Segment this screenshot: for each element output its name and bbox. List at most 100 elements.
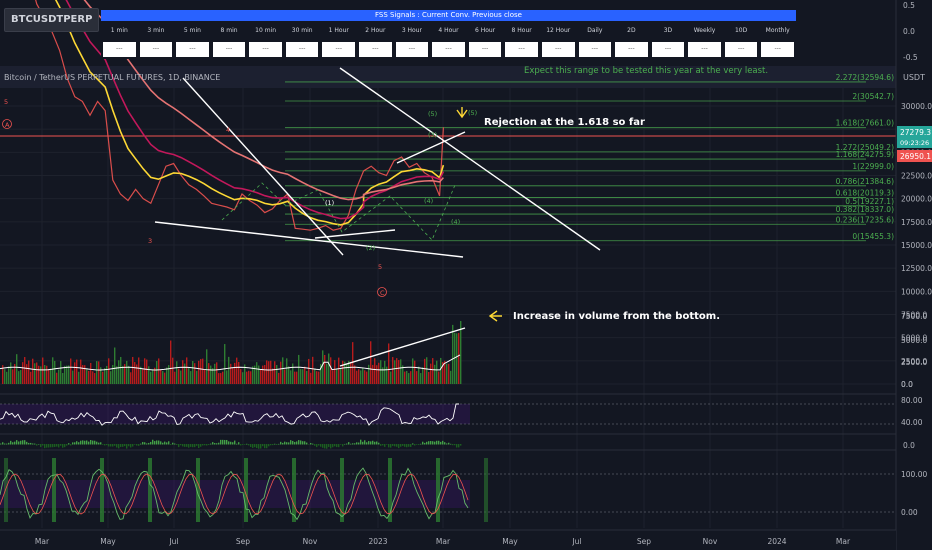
last-price-countdown: 09:23:26	[900, 139, 929, 147]
oscillator-bar	[328, 444, 330, 447]
wave-label: (1)	[325, 199, 334, 207]
timeframe-label: Weekly	[693, 27, 716, 34]
volume-bar	[460, 320, 462, 384]
volume-bar	[36, 362, 38, 384]
timeframe-value: ---	[176, 42, 209, 57]
oscillator-bar	[0, 443, 2, 445]
oscillator-bar	[422, 441, 424, 445]
signals-table: FSS Signals : Current Conv. Previous clo…	[101, 10, 796, 59]
oscillator-bar	[110, 444, 112, 447]
timeframe-value: ---	[139, 42, 173, 57]
volume-bar	[208, 363, 210, 384]
oscillator-bar	[456, 444, 458, 448]
volume-bar	[408, 373, 410, 384]
main-chart[interactable]: 2.272(32594.6) 2(30542.7) 1.618(27661.0) 1.…	[0, 0, 932, 550]
oscillator-bar	[88, 441, 90, 445]
price-axis[interactable]: 30000.027500.025000.022500.020000.017500…	[895, 0, 932, 550]
oscillator-bar	[210, 443, 212, 445]
oscillator-bar	[206, 444, 208, 446]
oscillator-bar	[106, 444, 108, 446]
oscillator-bar	[218, 442, 220, 445]
volume-bar	[276, 365, 278, 384]
oscillator-bar	[162, 442, 164, 445]
volume-bar	[290, 370, 292, 384]
volume-bar	[348, 360, 350, 384]
volume-bar	[270, 360, 272, 384]
wave-label: 4	[226, 126, 230, 134]
oscillator-bar	[126, 444, 128, 449]
timeframe-value: ---	[541, 42, 575, 57]
volume-bar	[258, 365, 260, 384]
oscillator-bar	[322, 444, 324, 448]
timeframe-value: ---	[505, 42, 538, 57]
volume-bar	[336, 369, 338, 384]
oscillator-bar	[116, 444, 118, 448]
oscillator-bar	[164, 441, 166, 445]
time-tick-label: Sep	[637, 537, 651, 546]
oscillator-bar	[276, 444, 278, 445]
volume-bar	[148, 366, 150, 384]
oscillator-bar	[56, 444, 58, 447]
timeframe-label: 1 Hour	[328, 27, 349, 34]
oscillator-bar	[306, 442, 308, 445]
volume-bar	[252, 366, 254, 384]
oscillator-bar	[272, 444, 274, 446]
volume-bar	[262, 365, 264, 384]
oscillator-bar	[10, 440, 12, 445]
time-axis[interactable]: Mar May Jul Sep Nov 2023 Mar May Jul Sep Nov 2024 Ma…	[0, 529, 896, 550]
oscillator-bar	[228, 441, 230, 445]
volume-bar	[304, 366, 306, 384]
oscillator-bar	[448, 442, 450, 445]
oscillator-bar	[24, 440, 26, 445]
volume-bar	[194, 363, 196, 384]
oscillator-bar	[2, 442, 4, 445]
oscillator-bar	[260, 444, 262, 449]
currency-label: USDT	[903, 73, 925, 82]
symbol-description[interactable]: Bitcoin / TetherUS PERPETUAL FUTURES, 1D…	[4, 73, 220, 82]
oscillator-bar	[70, 444, 72, 446]
oscillator-bar	[34, 443, 36, 445]
volume-bar	[438, 371, 440, 384]
oscillator-bar	[264, 444, 266, 449]
price-tick-label: 30000.0	[901, 102, 932, 111]
volume-bar	[218, 373, 220, 384]
oscillator-bar	[216, 443, 218, 445]
volume-bar	[448, 363, 450, 384]
volume-bar	[268, 361, 270, 384]
volume-bar	[422, 367, 424, 384]
volume-bar	[376, 365, 378, 384]
volume-bar	[212, 368, 214, 384]
volume-bar	[452, 324, 454, 384]
oscillator-bar	[172, 442, 174, 445]
rejection-annotation: Rejection at the 1.618 so far	[484, 117, 645, 128]
volume-bar	[294, 371, 296, 384]
volume-bar	[272, 368, 274, 384]
time-tick-label: 2023	[368, 537, 387, 546]
volume-bar	[334, 360, 336, 384]
top-axis-tick: 0.0	[903, 27, 915, 36]
ticker-badge[interactable]: BTCUSDTPERP	[4, 8, 100, 32]
volume-bar	[362, 367, 364, 384]
volume-bar	[288, 366, 290, 384]
volume-bar	[10, 362, 12, 384]
timeframe-value: ---	[468, 42, 502, 57]
volume-bar	[328, 353, 330, 384]
volume-bar	[372, 364, 374, 384]
volume-bar	[140, 366, 142, 384]
fib-label: 2(30542.7)	[852, 92, 894, 101]
volume-bar	[324, 355, 326, 384]
volume-bar	[128, 365, 130, 384]
oscillator-bar	[452, 444, 454, 446]
oscillator-bar	[130, 444, 132, 448]
stoch-highlight	[100, 458, 104, 522]
range-annotation: Expect this range to be tested this year…	[524, 66, 769, 76]
oscillator-bar	[204, 444, 206, 446]
oscillator-bar	[258, 444, 260, 449]
volume-bar	[68, 365, 70, 384]
oscillator-bar	[230, 441, 232, 445]
oscillator-bar	[200, 444, 202, 447]
oscillator-bar	[26, 441, 28, 445]
volume-bar	[250, 371, 252, 384]
volume-bar	[440, 357, 442, 384]
oscillator-bar	[150, 441, 152, 445]
